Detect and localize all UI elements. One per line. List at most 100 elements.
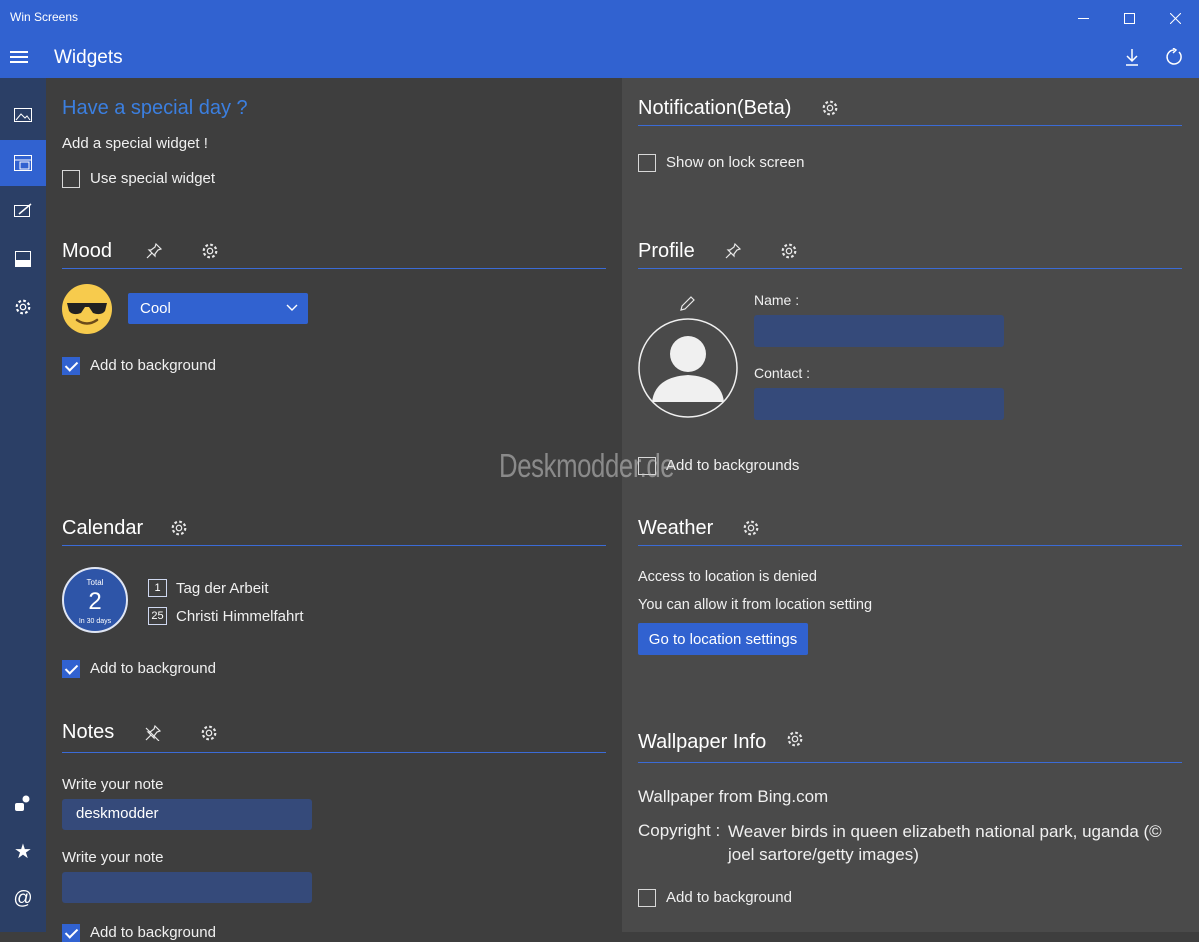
notification-settings-button[interactable] — [820, 98, 840, 118]
weather-title: Weather — [638, 517, 714, 539]
calendar-add-background-label: Add to background — [90, 660, 216, 677]
note-label-2: Write your note — [62, 849, 164, 866]
mood-select[interactable]: Cool — [128, 293, 308, 324]
at-icon: @ — [13, 888, 33, 909]
widgets-icon — [14, 155, 32, 171]
notes-divider — [62, 752, 606, 753]
hamburger-menu-button[interactable] — [10, 48, 34, 66]
mood-settings-button[interactable] — [200, 241, 220, 261]
gear-icon — [787, 731, 803, 747]
gear-icon — [201, 725, 217, 741]
app-header: Widgets — [0, 36, 1199, 78]
calendar-total-circle: Total 2 In 30 days — [62, 567, 128, 633]
gear-icon — [822, 100, 838, 116]
calendar-event-day: 25 — [148, 607, 167, 625]
mood-add-background-checkbox[interactable] — [62, 357, 80, 375]
calendar-period-label: In 30 days — [78, 618, 112, 625]
calendar-total-value: 2 — [88, 588, 102, 615]
wallpaper-source: Wallpaper from Bing.com — [638, 787, 829, 806]
pencil-icon — [680, 296, 695, 311]
wallpaper-add-background-label: Add to background — [666, 889, 792, 906]
wallpaper-settings-button[interactable] — [785, 729, 805, 749]
profile-title: Profile — [638, 240, 695, 262]
profile-name-input[interactable] — [754, 315, 1004, 347]
note-input-2[interactable] — [62, 872, 312, 903]
note-input-1[interactable]: deskmodder — [62, 799, 312, 830]
profile-contact-input[interactable] — [754, 388, 1004, 420]
pin-button[interactable] — [144, 241, 164, 261]
weather-hint-text: You can allow it from location setting — [638, 597, 873, 613]
weather-denied-text: Access to location is denied — [638, 569, 817, 585]
maximize-button[interactable] — [1106, 0, 1152, 36]
copyright-text-line1: Weaver birds in queen elizabeth national… — [728, 822, 1162, 841]
wallpaper-info-title: Wallpaper Info — [638, 731, 767, 753]
edit-avatar-button[interactable] — [678, 293, 698, 313]
screen-edit-icon — [14, 203, 32, 217]
close-button[interactable] — [1152, 0, 1198, 36]
use-special-widget-checkbox[interactable] — [62, 170, 80, 188]
minimize-button[interactable] — [1060, 0, 1106, 36]
notes-settings-button[interactable] — [199, 723, 219, 743]
refresh-button[interactable] — [1162, 46, 1186, 68]
show-on-lock-screen-checkbox[interactable] — [638, 154, 656, 172]
nav-lockscreen[interactable] — [0, 188, 46, 234]
notes-title: Notes — [62, 721, 115, 743]
profile-pin-button[interactable] — [723, 241, 743, 261]
profile-add-background-label: Add to backgrounds — [666, 457, 800, 474]
notification-title: Notification(Beta) — [638, 97, 792, 119]
star-icon: ★ — [14, 840, 32, 863]
watermark: Deskmodder.de — [499, 447, 675, 484]
note-label-1: Write your note — [62, 776, 164, 793]
nav-feedback[interactable] — [0, 780, 46, 826]
download-button[interactable] — [1120, 46, 1144, 68]
mood-title: Mood — [62, 240, 113, 262]
special-day-title: Have a special day ? — [62, 97, 248, 119]
calendar-title: Calendar — [62, 517, 144, 539]
nav-contact[interactable]: @ — [0, 876, 46, 922]
calendar-divider — [62, 545, 606, 546]
calendar-total-label: Total — [86, 578, 104, 587]
right-pane: Notification(Beta) Show on lock screen P… — [622, 78, 1199, 932]
use-special-widget-label: Use special widget — [90, 170, 216, 187]
unpin-button[interactable] — [143, 723, 163, 743]
nav-taskbar[interactable] — [0, 236, 46, 282]
gear-icon — [202, 243, 218, 259]
sidebar: ★ @ — [0, 78, 46, 932]
chevron-down-icon — [286, 304, 298, 311]
calendar-event-name: Christi Himmelfahrt — [176, 608, 304, 625]
unpin-icon — [145, 725, 161, 741]
app-title: Win Screens — [10, 10, 79, 24]
profile-divider — [638, 268, 1182, 269]
gear-icon — [781, 243, 797, 259]
maximize-icon — [1123, 12, 1135, 24]
people-icon — [15, 795, 30, 811]
notes-add-background-checkbox[interactable] — [62, 924, 80, 942]
calendar-event-day: 1 — [148, 579, 167, 597]
profile-name-label: Name : — [754, 292, 800, 308]
wallpaper-add-background-checkbox[interactable] — [638, 889, 656, 907]
calendar-event-name: Tag der Arbeit — [176, 580, 269, 597]
left-pane: Have a special day ? Add a special widge… — [46, 78, 622, 942]
copyright-text-line2: joel sartore/getty images) — [728, 845, 919, 864]
special-day-subtitle: Add a special widget ! — [62, 135, 208, 152]
cool-emoji-icon — [62, 284, 112, 334]
weather-settings-button[interactable] — [741, 518, 761, 538]
go-to-location-settings-button[interactable]: Go to location settings — [638, 623, 808, 655]
nav-settings[interactable] — [0, 284, 46, 330]
nav-rate[interactable]: ★ — [0, 828, 46, 874]
show-on-lock-screen-label: Show on lock screen — [666, 154, 805, 171]
profile-settings-button[interactable] — [779, 241, 799, 261]
wallpaper-divider — [638, 762, 1182, 763]
gear-icon — [743, 520, 759, 536]
calendar-settings-button[interactable] — [169, 518, 189, 538]
copyright-label: Copyright : — [638, 821, 721, 840]
calendar-add-background-checkbox[interactable] — [62, 660, 80, 678]
download-icon — [1126, 49, 1138, 66]
pin-icon — [146, 243, 162, 259]
nav-wallpaper[interactable] — [0, 92, 46, 138]
nav-widgets[interactable] — [0, 140, 46, 186]
gear-icon — [15, 299, 31, 315]
avatar-icon[interactable] — [637, 317, 739, 419]
minimize-icon — [1077, 17, 1089, 19]
title-bar: Win Screens — [0, 0, 1199, 36]
